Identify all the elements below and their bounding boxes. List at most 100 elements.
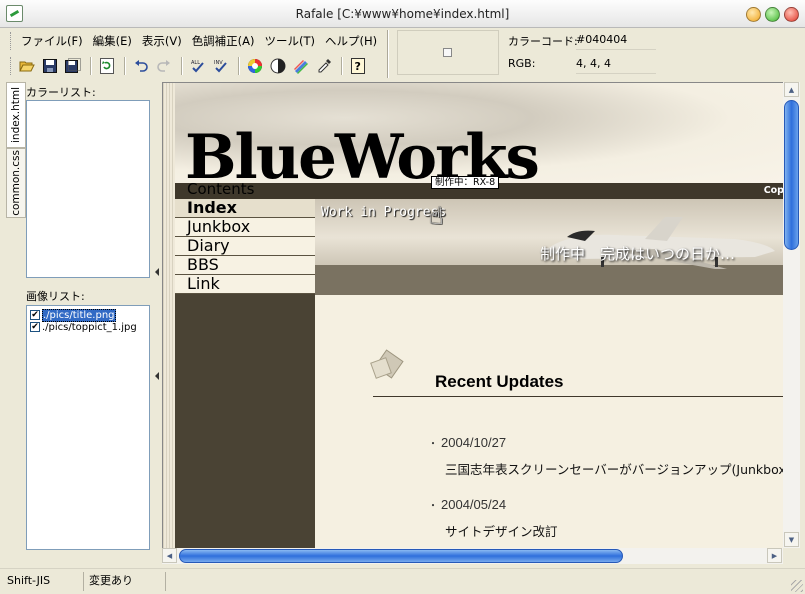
title-bar: Rafale [C:¥www¥home¥index.html] — [0, 0, 805, 28]
horizontal-scroll-thumb[interactable] — [179, 549, 623, 563]
list-item[interactable]: ✔ ./pics/title.png — [30, 308, 149, 322]
panel-splitter[interactable] — [153, 82, 162, 550]
close-button[interactable] — [784, 7, 799, 22]
color-list-label: カラーリスト: — [26, 86, 96, 99]
refresh-icon[interactable] — [96, 55, 118, 77]
tab-index-html[interactable]: index.html — [6, 82, 26, 148]
hero-image: Work in Progress 制作中 完成はいつの日か… — [315, 199, 783, 295]
nav-link-index[interactable]: Index — [175, 199, 315, 218]
update-date: ・ 2004/10/27 — [428, 435, 507, 450]
horizontal-scrollbar[interactable]: ◀ ▶ — [162, 548, 783, 564]
hero-caption-work-in-progress: Work in Progress — [321, 205, 447, 220]
tab-label: common.css — [10, 150, 22, 216]
scroll-up-icon[interactable]: ▲ — [784, 82, 799, 97]
color-swatch-mark — [443, 48, 452, 57]
recent-updates-title: Recent Updates — [435, 372, 564, 391]
content-area: Recent Updates ・ 2004/10/27 三国志年表スクリーンセーバ… — [315, 295, 783, 548]
toolbar-separator — [124, 57, 125, 75]
scroll-down-icon[interactable]: ▼ — [784, 532, 799, 547]
update-date-text: 2004/05/24 — [441, 497, 507, 512]
recent-updates-icon — [370, 349, 404, 379]
status-encoding: Shift-JIS — [4, 572, 84, 591]
copyright-text: Cop — [763, 185, 783, 196]
image-name: ./pics/toppict_1.jpg — [42, 321, 137, 333]
toolbar: ALL INV ? — [10, 54, 370, 78]
nav-link-diary[interactable]: Diary — [175, 237, 315, 256]
menu-color-adjust[interactable]: 色調補正(A) — [187, 33, 260, 49]
undo-icon[interactable] — [130, 55, 152, 77]
toolbar-separator — [341, 57, 342, 75]
list-item[interactable]: ✔ ./pics/toppict_1.jpg — [30, 321, 149, 333]
color-code-value[interactable]: #040404 — [576, 33, 627, 46]
window-title: Rafale [C:¥www¥home¥index.html] — [295, 7, 510, 21]
update-date-text: 2004/10/27 — [441, 435, 507, 450]
image-list-label: 画像リスト: — [26, 290, 85, 303]
checkbox[interactable]: ✔ — [30, 310, 40, 320]
toolbar-grip[interactable] — [10, 57, 13, 75]
eyedropper-icon[interactable] — [313, 55, 335, 77]
svg-text:ALL: ALL — [191, 60, 200, 66]
maximize-button[interactable] — [765, 7, 780, 22]
scroll-right-icon[interactable]: ▶ — [767, 548, 782, 563]
site-nav: Index Junkbox Diary BBS Link — [175, 199, 315, 548]
checkbox[interactable]: ✔ — [30, 322, 40, 332]
hand-cursor-icon: ☝ — [429, 202, 444, 230]
collapse-arrow-icon[interactable] — [155, 372, 159, 380]
rgb-label: RGB: — [508, 57, 536, 70]
tooltip: 制作中：RX-8 — [431, 176, 500, 189]
nav-link-bbs[interactable]: BBS — [175, 256, 315, 275]
menu-bar: ファイル(F) 編集(E) 表示(V) 色調補正(A) ツール(T) ヘルプ(H… — [10, 30, 382, 52]
contrast-icon[interactable] — [267, 55, 289, 77]
svg-text:INV: INV — [214, 60, 223, 66]
menu-tools[interactable]: ツール(T) — [260, 33, 321, 49]
color-preview-swatch — [397, 30, 499, 75]
preview-stripe — [163, 83, 175, 548]
tab-common-css[interactable]: common.css — [6, 148, 26, 218]
color-code-underline — [576, 49, 656, 50]
contents-label: Contents — [187, 180, 255, 198]
update-date: ・ 2004/05/24 — [428, 497, 507, 512]
page-preview[interactable]: BlueWorks Contents Cop Index Junkbox Dia… — [162, 82, 783, 548]
menu-file[interactable]: ファイル(F) — [16, 33, 88, 49]
tab-label: index.html — [10, 87, 22, 143]
palette-icon[interactable] — [290, 55, 312, 77]
file-tabs: index.html common.css — [4, 82, 26, 572]
hero-caption-jp: 制作中 完成はいつの日か… — [540, 245, 736, 263]
invert-check-icon[interactable]: INV — [210, 55, 232, 77]
color-list[interactable] — [26, 100, 150, 278]
open-folder-icon[interactable] — [16, 55, 38, 77]
redo-icon[interactable] — [153, 55, 175, 77]
svg-text:?: ? — [355, 60, 361, 73]
menu-help[interactable]: ヘルプ(H) — [320, 33, 382, 49]
scroll-left-icon[interactable]: ◀ — [162, 548, 177, 563]
image-list[interactable]: ✔ ./pics/title.png ✔ ./pics/toppict_1.jp… — [26, 305, 150, 550]
resize-grip[interactable] — [791, 580, 803, 592]
check-all-icon[interactable]: ALL — [187, 55, 209, 77]
nav-link-link[interactable]: Link — [175, 275, 315, 294]
collapse-arrow-icon[interactable] — [155, 268, 159, 276]
color-code-label: カラーコード: — [508, 35, 578, 48]
scrollbar-corner — [783, 548, 800, 564]
color-wheel-icon[interactable] — [244, 55, 266, 77]
recent-updates-divider — [373, 396, 783, 397]
help-icon[interactable]: ? — [347, 55, 369, 77]
status-modified: 変更あり — [86, 572, 166, 591]
update-text: サイトデザイン改訂 — [445, 524, 558, 539]
vertical-scroll-thumb[interactable] — [784, 100, 799, 250]
update-text: 三国志年表スクリーンセーバーがバージョンアップ(Junkbox) — [445, 462, 783, 477]
menubar-grip[interactable] — [10, 32, 13, 50]
rgb-value[interactable]: 4, 4, 4 — [576, 57, 611, 70]
toolbar-separator — [181, 57, 182, 75]
vertical-scrollbar[interactable]: ▲ ▼ — [783, 82, 800, 548]
image-name: ./pics/title.png — [42, 308, 116, 322]
minimize-button[interactable] — [746, 7, 761, 22]
rgb-underline — [576, 73, 656, 74]
status-bar: Shift-JIS 変更あり — [0, 568, 805, 594]
site-banner: BlueWorks — [175, 83, 783, 188]
save-icon[interactable] — [39, 55, 61, 77]
menu-view[interactable]: 表示(V) — [137, 33, 187, 49]
toolbar-separator — [90, 57, 91, 75]
nav-link-junkbox[interactable]: Junkbox — [175, 218, 315, 237]
save-all-icon[interactable] — [62, 55, 84, 77]
menu-edit[interactable]: 編集(E) — [88, 33, 137, 49]
